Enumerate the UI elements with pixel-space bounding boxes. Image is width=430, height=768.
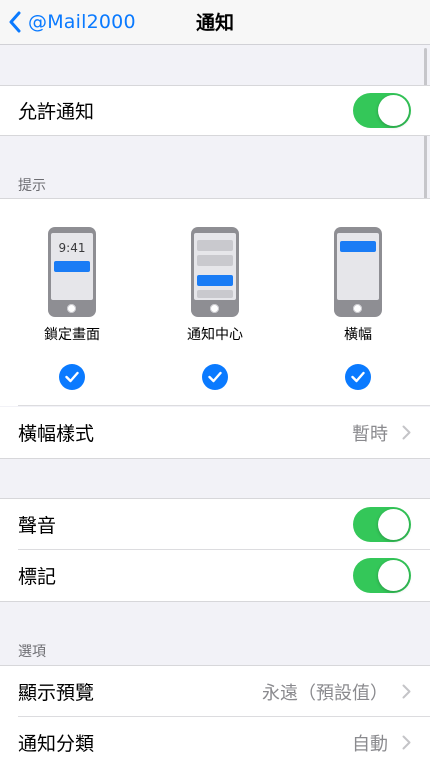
allow-notifications-toggle[interactable] bbox=[353, 93, 411, 128]
notification-grouping-label: 通知分類 bbox=[18, 733, 95, 755]
banner-style-row[interactable]: 橫幅樣式 暫時 bbox=[0, 407, 430, 458]
allow-notifications-row: 允許通知 bbox=[0, 86, 430, 135]
lock-screen-checkmark-icon[interactable] bbox=[59, 364, 85, 390]
banners-label: 橫幅 bbox=[344, 327, 372, 343]
alerts-section-header: 提示 bbox=[18, 178, 46, 194]
page-title: 通知 bbox=[195, 12, 234, 34]
notification-center-label: 通知中心 bbox=[187, 327, 243, 343]
divider bbox=[0, 458, 430, 459]
sounds-label: 聲音 bbox=[18, 515, 57, 537]
divider bbox=[0, 601, 430, 602]
chevron-right-icon bbox=[402, 684, 411, 699]
options-section-header: 選項 bbox=[18, 644, 46, 660]
allow-notifications-label: 允許通知 bbox=[18, 101, 95, 123]
show-previews-row[interactable]: 顯示預覽 永遠（預設值） bbox=[0, 666, 430, 717]
show-previews-value: 永遠（預設值） bbox=[262, 682, 388, 704]
banners-checkmark-icon[interactable] bbox=[345, 364, 371, 390]
alert-option-lock-screen[interactable]: 9:41 鎖定畫面 bbox=[22, 227, 122, 390]
notification-center-checkmark-icon[interactable] bbox=[202, 364, 228, 390]
notification-grouping-value: 自動 bbox=[352, 733, 388, 755]
alert-option-notification-center[interactable]: 通知中心 bbox=[165, 227, 265, 390]
banner-style-value: 暫時 bbox=[352, 423, 388, 445]
lock-screen-label: 鎖定畫面 bbox=[44, 327, 100, 343]
alert-option-banners[interactable]: 橫幅 bbox=[308, 227, 408, 390]
lock-screen-phone-icon: 9:41 bbox=[48, 227, 96, 317]
notification-center-phone-icon bbox=[191, 227, 239, 317]
chevron-right-icon bbox=[402, 735, 411, 750]
navigation-bar: @Mail2000 通知 bbox=[0, 0, 430, 45]
notification-grouping-row[interactable]: 通知分類 自動 bbox=[0, 717, 430, 768]
sounds-row: 聲音 bbox=[0, 499, 430, 550]
banners-phone-icon bbox=[334, 227, 382, 317]
banner-style-label: 橫幅樣式 bbox=[18, 423, 95, 445]
lock-screen-time: 9:41 bbox=[58, 241, 86, 255]
divider bbox=[18, 405, 430, 406]
show-previews-label: 顯示預覽 bbox=[18, 682, 95, 704]
badges-toggle[interactable] bbox=[353, 558, 411, 593]
chevron-right-icon bbox=[402, 425, 411, 440]
badges-row: 標記 bbox=[0, 550, 430, 601]
divider bbox=[0, 135, 430, 136]
badges-label: 標記 bbox=[18, 566, 57, 588]
sounds-toggle[interactable] bbox=[353, 507, 411, 542]
alerts-panel: 9:41 鎖定畫面 通知中心 橫幅 bbox=[0, 199, 430, 406]
